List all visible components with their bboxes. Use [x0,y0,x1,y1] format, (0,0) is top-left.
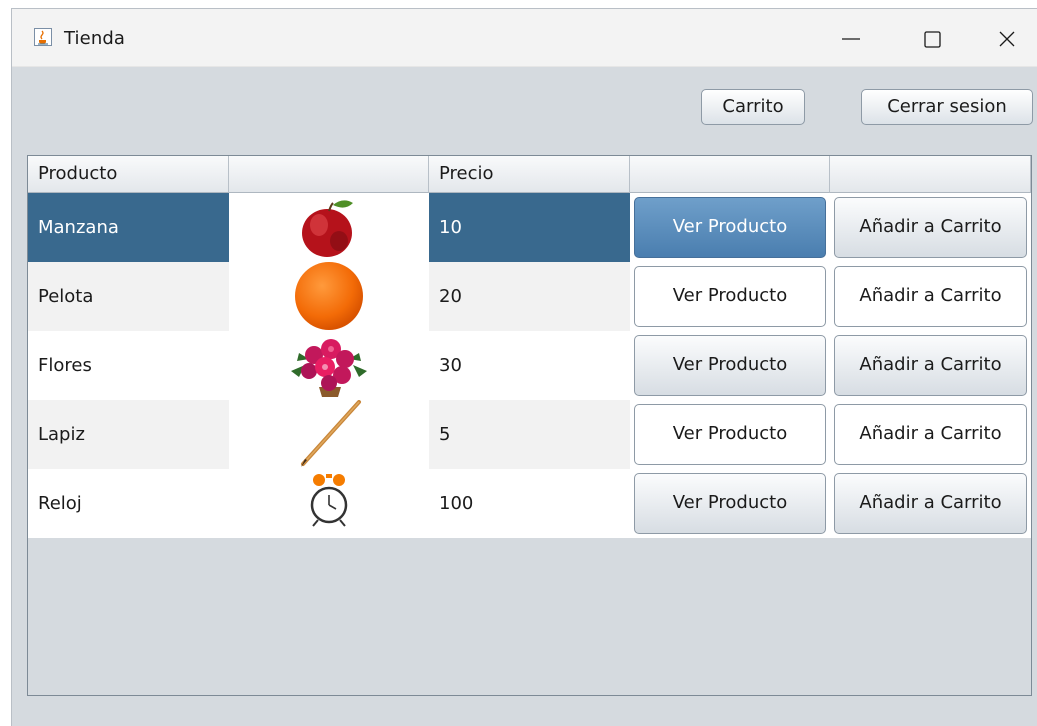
table-row[interactable]: Flores 30 Ver Producto Añadir a Carrito [28,331,1031,400]
alarm-clock-icon [310,474,348,527]
table-row[interactable]: Reloj 100 Ver Producto Añadir a Carrito [28,469,1031,538]
anadir-carrito-button[interactable]: Añadir a Carrito [834,266,1027,327]
anadir-carrito-cell: Añadir a Carrito [830,331,1031,400]
minimize-icon [842,38,860,40]
anadir-carrito-cell: Añadir a Carrito [830,469,1031,538]
ver-producto-button[interactable]: Ver Producto [634,266,826,327]
title-bar[interactable]: Tienda [12,9,1037,67]
carrito-button[interactable]: Carrito [701,89,805,125]
table-row[interactable]: Pelota 20 Ver Producto Añadir a Carrito [28,262,1031,331]
product-image-cell[interactable] [229,331,429,400]
anadir-carrito-cell: Añadir a Carrito [830,262,1031,331]
tienda-window: Tienda Carrito Cerrar sesion Producto Pr… [11,8,1037,726]
anadir-carrito-button[interactable]: Añadir a Carrito [834,404,1027,465]
column-header-image[interactable] [229,156,429,193]
anadir-carrito-cell: Añadir a Carrito [830,400,1031,469]
ver-producto-button[interactable]: Ver Producto [634,197,826,258]
ver-producto-button[interactable]: Ver Producto [634,404,826,465]
table-row[interactable]: Lapiz 5 Ver Producto Añadir a Carrito [28,400,1031,469]
product-image-cell[interactable] [229,262,429,331]
products-table-scrollpane[interactable]: Producto Precio Manzana 10 Ver Producto [27,155,1032,696]
window-title: Tienda [64,28,125,49]
ver-producto-cell: Ver Producto [630,331,830,400]
apple-icon [302,200,353,257]
product-price-cell[interactable]: 30 [429,331,630,400]
anadir-carrito-button[interactable]: Añadir a Carrito [834,335,1027,396]
product-name-cell[interactable]: Flores [28,331,229,400]
ver-producto-button[interactable]: Ver Producto [634,473,826,534]
product-image-cell[interactable] [229,400,429,469]
product-price-cell[interactable]: 5 [429,400,630,469]
product-price-cell[interactable]: 100 [429,469,630,538]
ver-producto-button[interactable]: Ver Producto [634,335,826,396]
anadir-carrito-cell: Añadir a Carrito [830,193,1031,262]
product-image-cell[interactable] [229,193,429,262]
anadir-carrito-button[interactable]: Añadir a Carrito [834,197,1027,258]
column-header-ver[interactable] [630,156,830,193]
maximize-button[interactable] [898,9,968,66]
minimize-button[interactable] [816,9,886,66]
ver-producto-cell: Ver Producto [630,469,830,538]
column-header-precio[interactable]: Precio [429,156,630,193]
orange-ball-icon [295,262,363,330]
maximize-icon [924,31,941,48]
product-price-cell[interactable]: 10 [429,193,630,262]
product-name-cell[interactable]: Pelota [28,262,229,331]
table-header: Producto Precio [28,156,1031,193]
product-price-cell[interactable]: 20 [429,262,630,331]
close-icon [999,31,1015,47]
anadir-carrito-button[interactable]: Añadir a Carrito [834,473,1027,534]
cerrar-sesion-button[interactable]: Cerrar sesion [861,89,1033,125]
table-row[interactable]: Manzana 10 Ver Producto Añadir a Carrito [28,193,1031,262]
ver-producto-cell: Ver Producto [630,400,830,469]
product-image-cell[interactable] [229,469,429,538]
column-header-producto[interactable]: Producto [28,156,229,193]
ver-producto-cell: Ver Producto [630,262,830,331]
product-name-cell[interactable]: Manzana [28,193,229,262]
product-name-cell[interactable]: Lapiz [28,400,229,469]
java-cup-icon [34,28,52,46]
ver-producto-cell: Ver Producto [630,193,830,262]
close-button[interactable] [972,9,1037,66]
column-header-anadir[interactable] [830,156,1031,193]
flowers-icon [291,339,367,397]
pencil-icon [301,400,361,467]
window-bottom-border [12,709,1037,726]
product-name-cell[interactable]: Reloj [28,469,229,538]
